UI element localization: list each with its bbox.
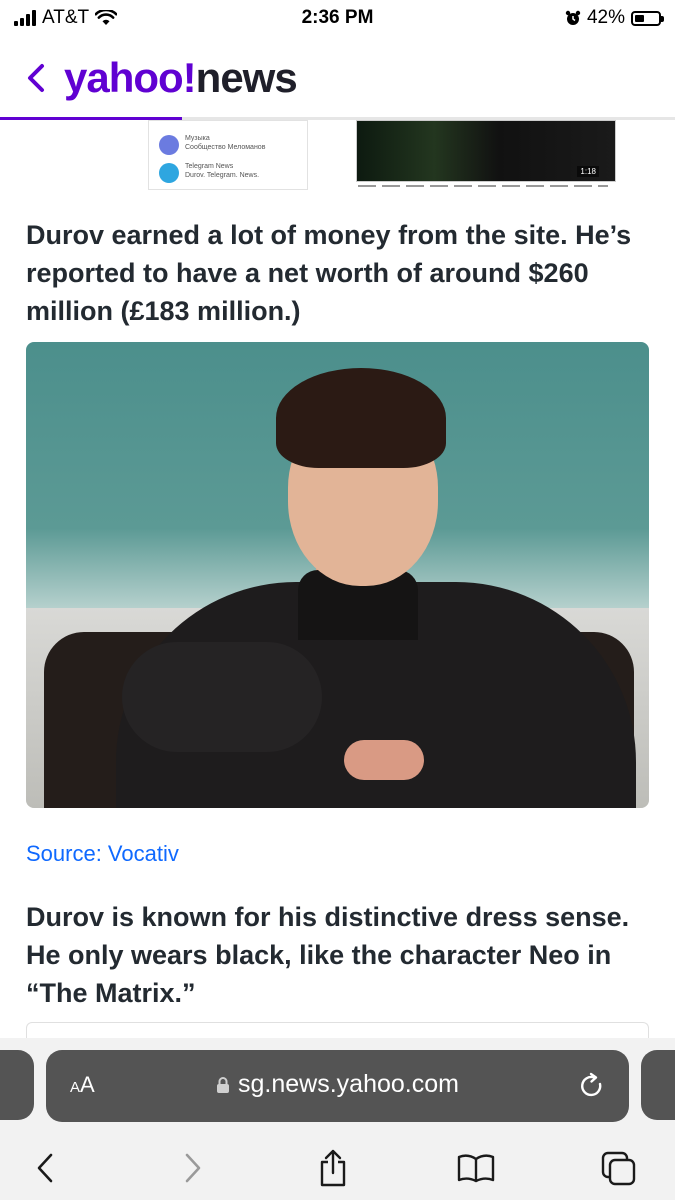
back-button[interactable] (26, 1148, 66, 1188)
article-photo (26, 342, 649, 808)
battery-level (635, 14, 645, 22)
status-right: 42% (565, 7, 664, 29)
logo-yahoo-text: yahoo! (64, 54, 197, 101)
address-bar[interactable]: AA sg.news.yahoo.com (46, 1050, 629, 1122)
battery-percent: 42% (586, 7, 625, 28)
screen: AT&T 2:36 PM 42% yahoo!news Музыка Сообщ… (0, 0, 675, 1200)
photo-hand (344, 740, 424, 780)
alarm-icon (565, 10, 581, 25)
source-link[interactable]: Source: Vocativ (26, 841, 179, 867)
embedded-channel-title: Музыка (185, 135, 210, 142)
share-button[interactable] (313, 1148, 353, 1188)
battery-icon (631, 10, 664, 26)
bookmarks-icon (457, 1154, 495, 1183)
yahoo-news-logo[interactable]: yahoo!news (64, 54, 298, 102)
url-text: sg.news.yahoo.com (238, 1070, 459, 1098)
site-header: yahoo!news (0, 40, 675, 120)
article-paragraph: Durov is known for his distinctive dress… (26, 902, 630, 1008)
music-app-icon (159, 135, 179, 155)
url-display[interactable]: sg.news.yahoo.com (46, 1070, 629, 1099)
next-tab-peek[interactable] (641, 1050, 675, 1120)
share-icon (320, 1149, 346, 1187)
embedded-channel-text: Музыка Сообщество Меломанов (185, 135, 265, 153)
photo-knee (122, 642, 322, 752)
safari-bottom-bar: AA sg.news.yahoo.com (0, 1038, 675, 1200)
embedded-channel-title: Telegram News (185, 163, 234, 170)
previous-tab-peek[interactable] (0, 1050, 34, 1120)
tabs-icon (601, 1151, 636, 1186)
embedded-video-thumbnail: 1:18 (356, 120, 616, 182)
embedded-channel-sub: Сообщество Меломанов (185, 143, 266, 151)
embedded-channel-row: Музыка Сообщество Меломанов (159, 135, 265, 155)
forward-icon (185, 1153, 201, 1183)
tabs-button[interactable] (599, 1148, 639, 1188)
reload-icon[interactable] (577, 1071, 607, 1101)
embedded-screenshot: Музыка Сообщество Меломанов Telegram New… (0, 120, 675, 192)
lock-icon (217, 1076, 230, 1093)
bookmarks-button[interactable] (456, 1148, 496, 1188)
safari-toolbar (0, 1142, 675, 1192)
video-duration: 1:18 (577, 166, 599, 177)
article-paragraph: Durov earned a lot of money from the sit… (26, 220, 632, 326)
embedded-caption (358, 185, 608, 187)
embedded-channel-sub: Durov. Telegram. News. (185, 171, 260, 179)
embedded-channel-row: Telegram News Durov. Telegram. News. (159, 163, 259, 183)
back-chevron-icon[interactable] (24, 60, 48, 96)
photo-hair (276, 368, 446, 468)
logo-news-text: news (195, 54, 298, 101)
forward-button[interactable] (172, 1148, 212, 1188)
embedded-channel-list: Музыка Сообщество Меломанов Telegram New… (148, 120, 308, 190)
status-bar: AT&T 2:36 PM 42% (0, 0, 675, 36)
back-icon (37, 1153, 53, 1183)
embedded-channel-text: Telegram News Durov. Telegram. News. (185, 163, 259, 181)
telegram-icon (159, 163, 179, 183)
